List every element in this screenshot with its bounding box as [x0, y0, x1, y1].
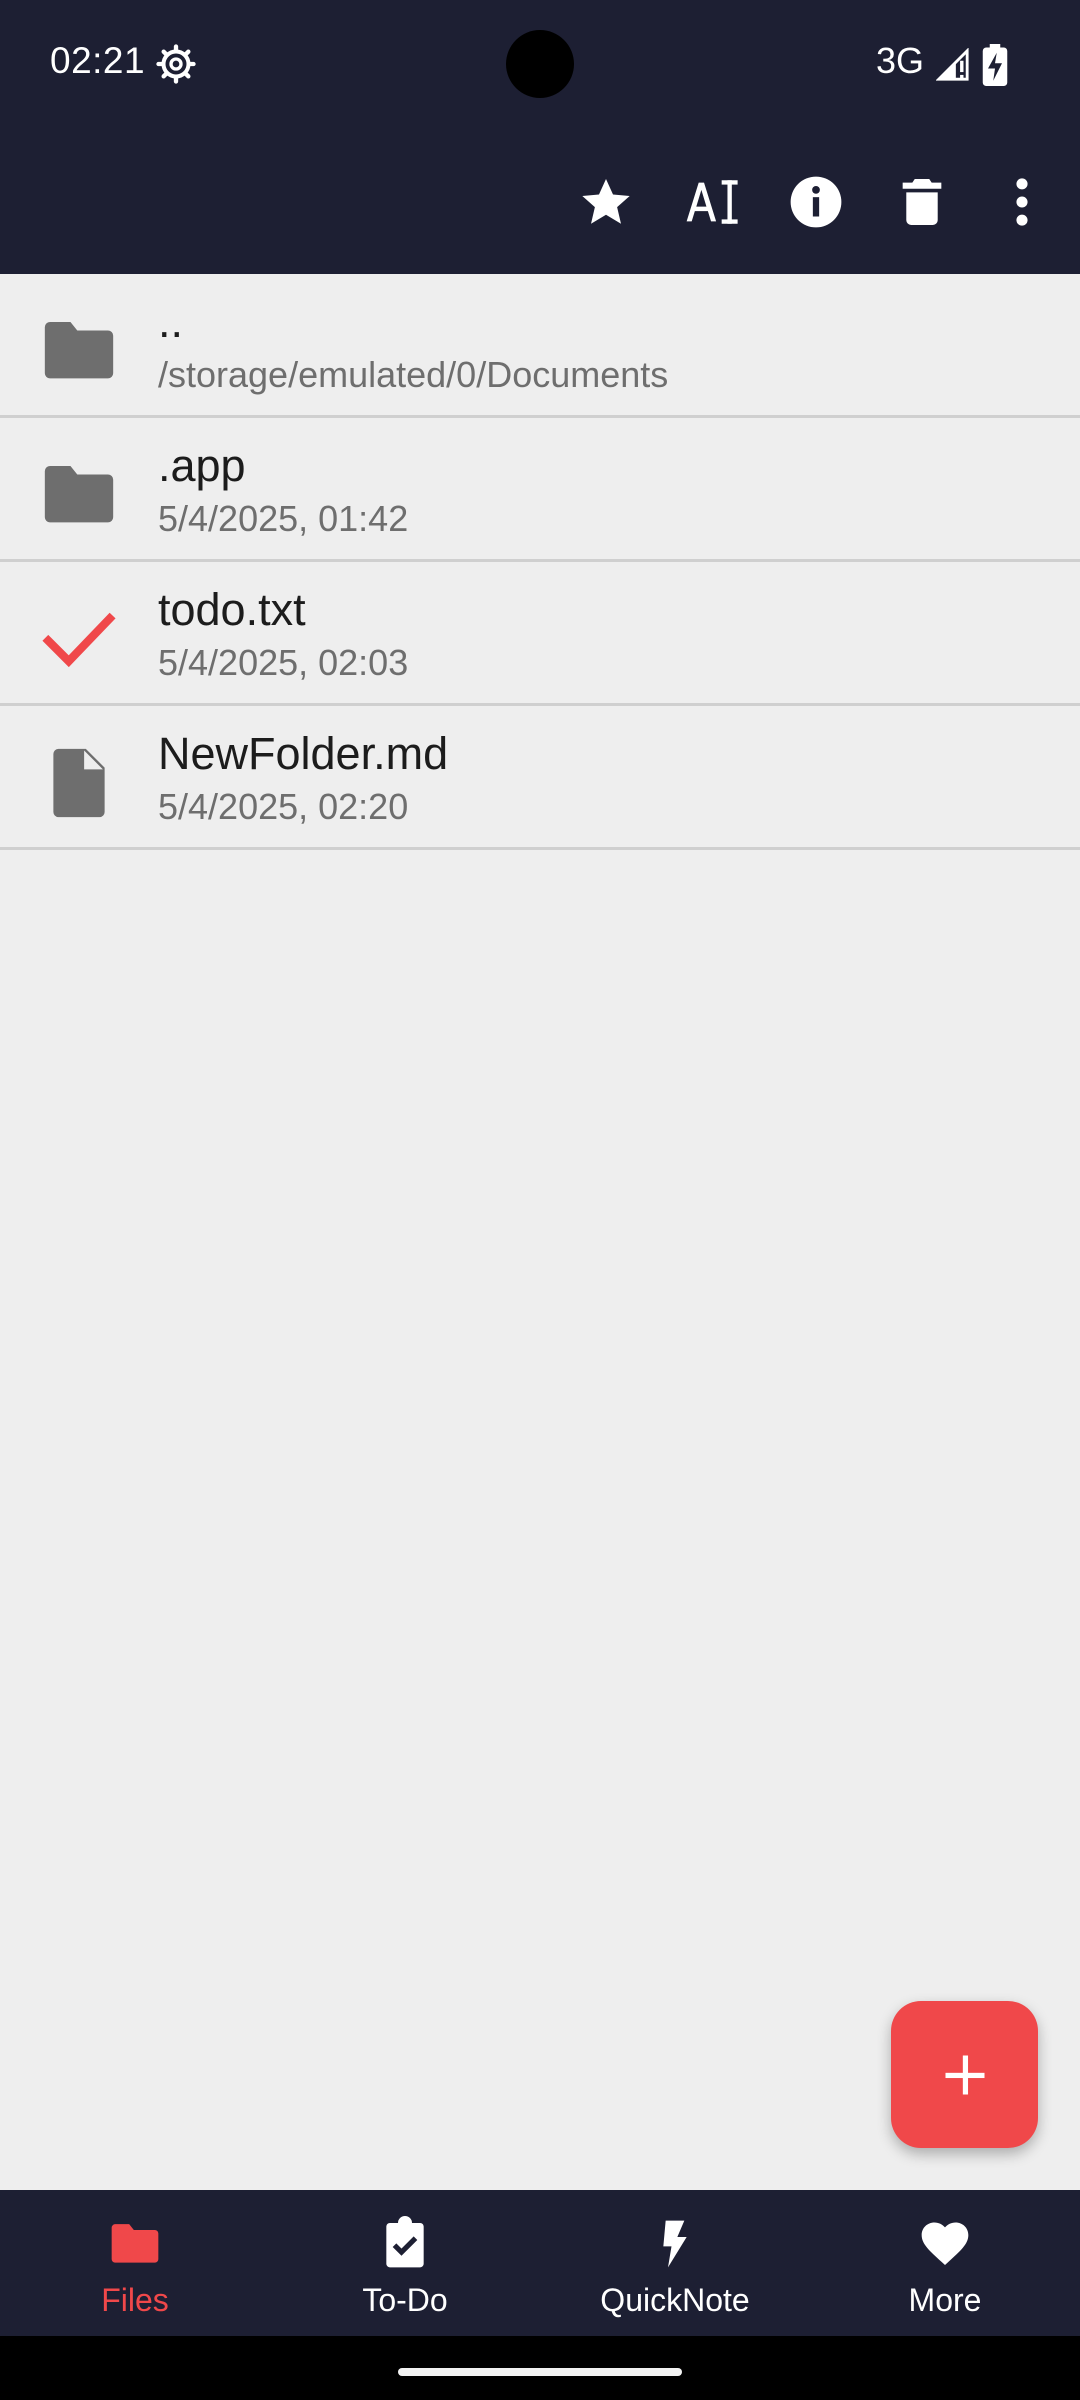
add-fab-button[interactable]	[891, 2001, 1038, 2148]
list-item-file[interactable]: NewFolder.md 5/4/2025, 02:20	[0, 706, 1080, 850]
camera-cutout	[506, 30, 574, 98]
settings-gear-icon	[156, 44, 196, 84]
rename-button[interactable]	[674, 164, 750, 240]
nav-label-files: Files	[101, 2282, 169, 2318]
plus-icon	[945, 2055, 984, 2094]
file-name: NewFolder.md	[158, 728, 449, 779]
nav-label-todo: To-Do	[362, 2282, 448, 2318]
delete-button[interactable]	[884, 164, 960, 240]
nav-item-more[interactable]: More	[810, 2190, 1080, 2336]
list-item-folder[interactable]: .app 5/4/2025, 01:42	[0, 418, 1080, 562]
file-date: 5/4/2025, 02:03	[158, 642, 409, 683]
file-icon	[53, 748, 105, 818]
list-item-file-selected[interactable]: todo.txt 5/4/2025, 02:03	[0, 562, 1080, 706]
app-toolbar	[0, 128, 1080, 274]
lightning-icon	[663, 2220, 687, 2268]
status-time: 02:21	[50, 40, 146, 81]
home-gesture-handle[interactable]	[398, 2368, 682, 2376]
file-name: ..	[158, 296, 184, 347]
file-name: .app	[158, 440, 246, 491]
folder-icon	[44, 321, 114, 379]
folder-icon	[111, 2224, 159, 2263]
status-bar: 02:21 3G	[0, 0, 1080, 128]
more-vert-icon	[1016, 178, 1028, 226]
bottom-navigation: Files To-Do QuickNote More	[0, 2190, 1080, 2336]
folder-icon	[44, 465, 114, 523]
delete-icon	[902, 179, 942, 225]
nav-item-quicknote[interactable]: QuickNote	[540, 2190, 810, 2336]
heart-icon	[921, 2222, 969, 2265]
checkmark-icon	[42, 612, 116, 668]
gesture-navigation-area	[0, 2336, 1080, 2400]
file-name: todo.txt	[158, 584, 306, 635]
file-list: .. /storage/emulated/0/Documents .app 5/…	[0, 274, 1080, 850]
clipboard-check-icon	[386, 2216, 424, 2268]
file-date: 5/4/2025, 02:20	[158, 786, 409, 827]
battery-charging-icon	[982, 44, 1008, 86]
signal-icon	[936, 48, 969, 81]
list-item-parent-directory[interactable]: .. /storage/emulated/0/Documents	[0, 274, 1080, 418]
info-icon	[790, 176, 842, 228]
nav-label-more: More	[908, 2282, 982, 2318]
file-path: /storage/emulated/0/Documents	[158, 354, 669, 395]
nav-item-todo[interactable]: To-Do	[270, 2190, 540, 2336]
info-button[interactable]	[778, 164, 854, 240]
nav-item-files[interactable]: Files	[0, 2190, 270, 2336]
star-icon	[582, 179, 630, 224]
file-date: 5/4/2025, 01:42	[158, 498, 409, 539]
more-options-button[interactable]	[984, 164, 1060, 240]
network-type: 3G	[876, 40, 925, 81]
favorite-button[interactable]	[568, 164, 644, 240]
rename-icon	[686, 180, 738, 224]
nav-label-quicknote: QuickNote	[600, 2282, 750, 2318]
